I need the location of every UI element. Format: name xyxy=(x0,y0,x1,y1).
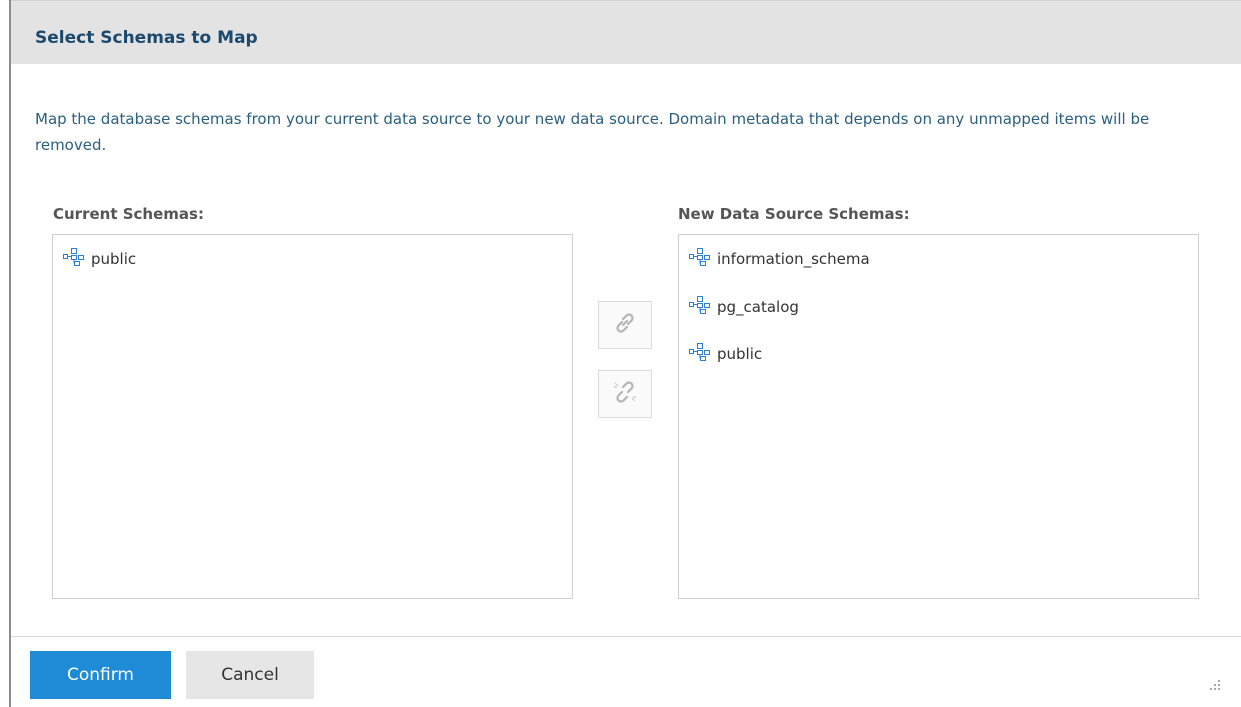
current-schemas-label: Current Schemas: xyxy=(53,205,204,223)
cancel-button[interactable]: Cancel xyxy=(186,651,314,699)
schema-name: pg_catalog xyxy=(717,298,799,316)
schema-icon xyxy=(63,248,91,270)
link-schemas-button[interactable] xyxy=(598,301,652,349)
dialog-footer: Confirm Cancel xyxy=(11,636,1241,707)
schema-icon xyxy=(689,248,717,270)
unlink-schemas-button[interactable] xyxy=(598,370,652,418)
new-schema-item-pg-catalog[interactable]: pg_catalog xyxy=(689,295,799,319)
new-schema-item-public[interactable]: public xyxy=(689,342,762,366)
dialog-description: Map the database schemas from your curre… xyxy=(35,110,1150,154)
confirm-button[interactable]: Confirm xyxy=(30,651,171,699)
schema-name: public xyxy=(717,345,763,363)
current-schema-item-public[interactable]: public xyxy=(63,247,136,271)
new-schemas-label: New Data Source Schemas: xyxy=(678,205,910,223)
dialog-title: Select Schemas to Map xyxy=(35,28,258,48)
resize-grip-icon[interactable] xyxy=(1209,676,1221,695)
dialog-title-bar[interactable]: Select Schemas to Map xyxy=(11,0,1241,64)
unlink-icon xyxy=(611,378,639,410)
new-schemas-list[interactable]: information_schema pg_catalog public xyxy=(678,234,1199,599)
select-schemas-dialog: Select Schemas to Map Map the database s… xyxy=(9,0,1241,707)
link-icon xyxy=(612,310,638,340)
schema-icon xyxy=(689,343,717,365)
schema-icon xyxy=(689,296,717,318)
current-schemas-list[interactable]: public xyxy=(52,234,573,599)
schema-name: information_schema xyxy=(717,250,870,268)
schema-name: public xyxy=(91,250,137,268)
new-schema-item-information-schema[interactable]: information_schema xyxy=(689,247,870,271)
